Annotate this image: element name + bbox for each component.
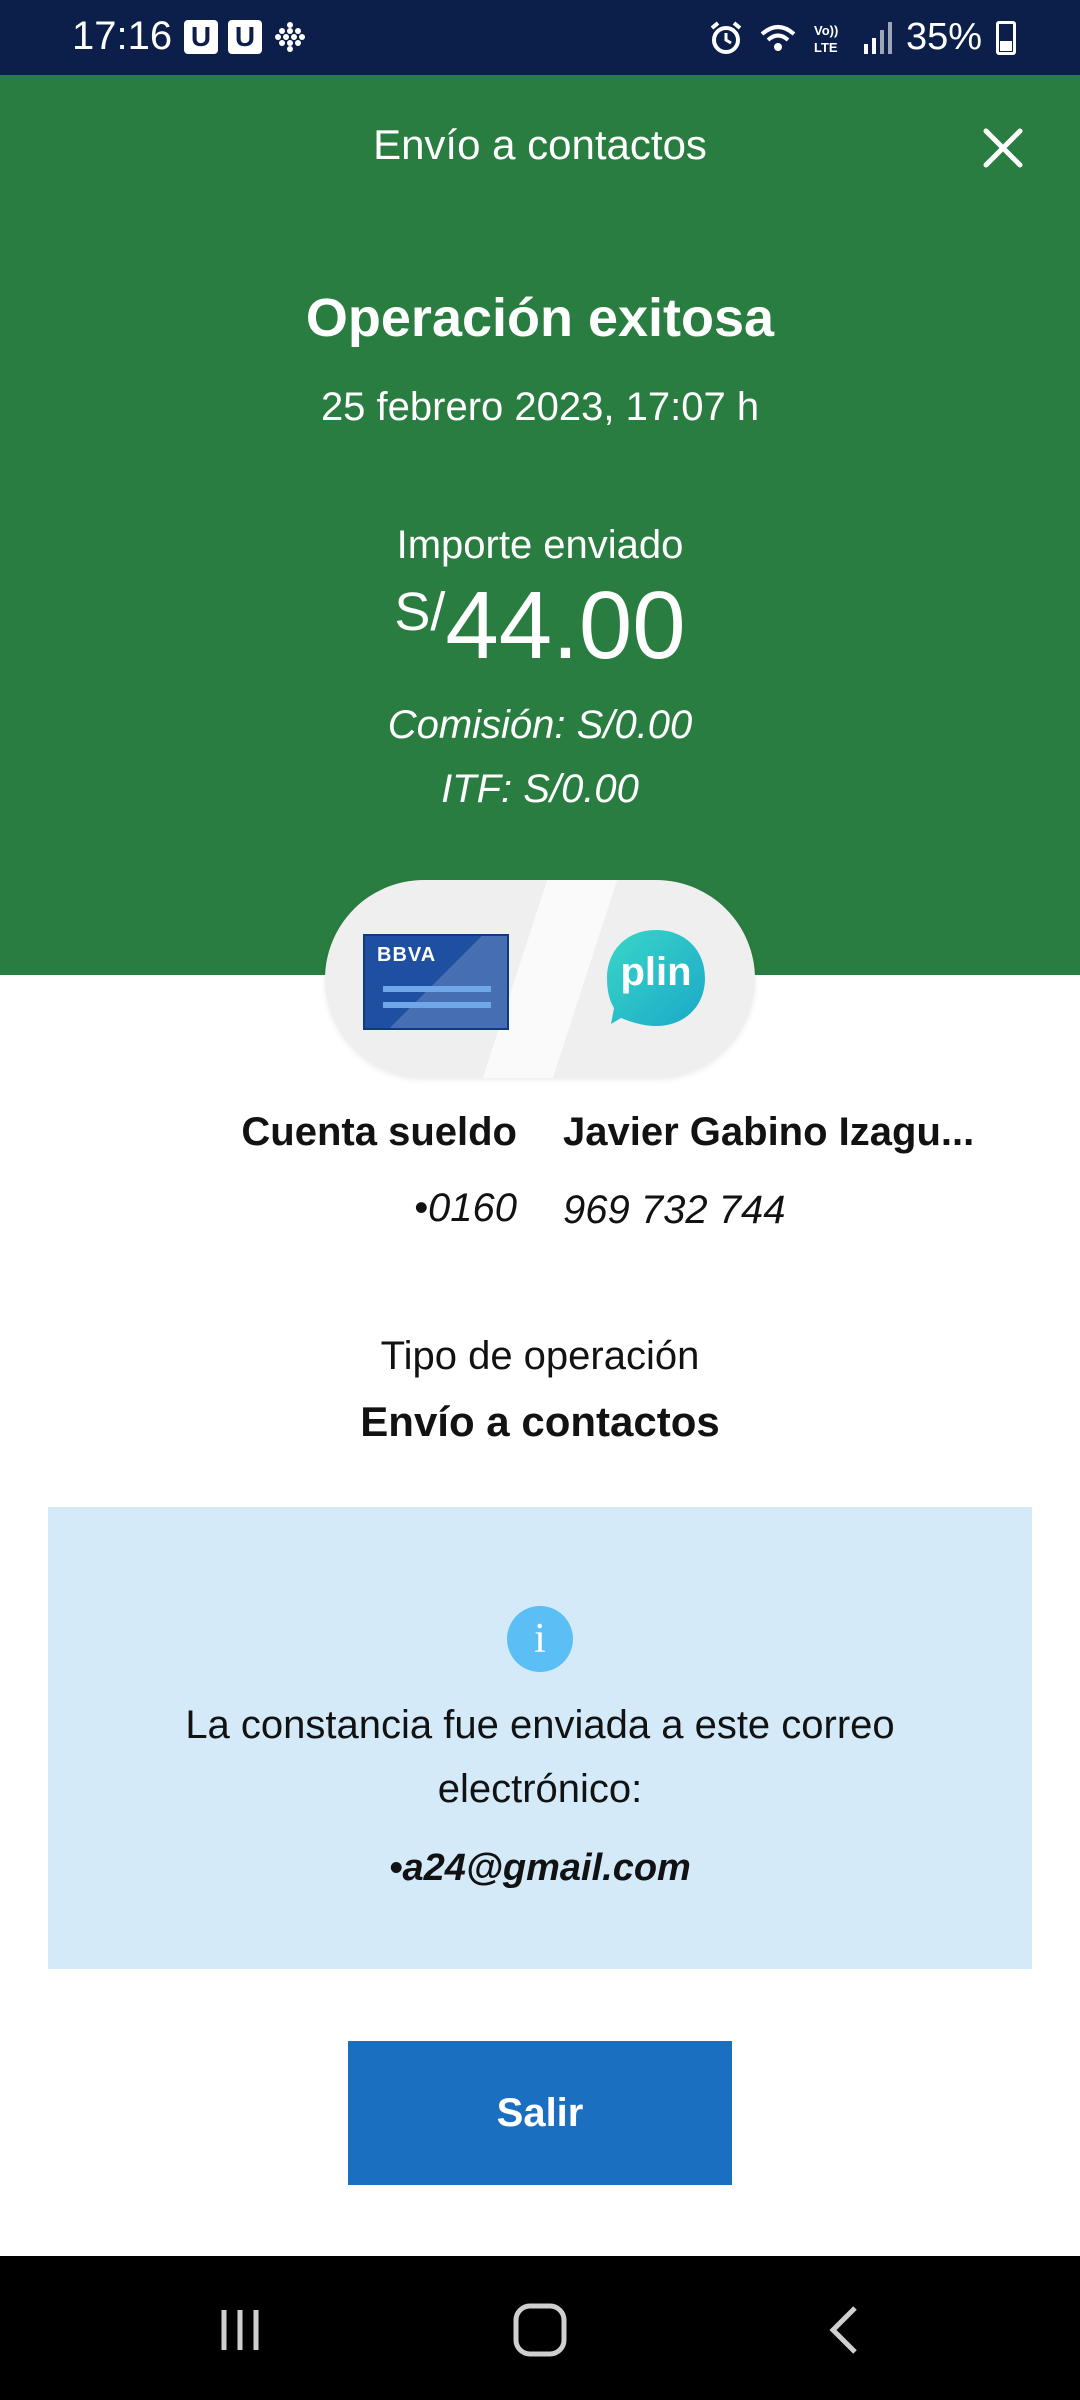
bbva-logo-text: BBVA bbox=[377, 944, 437, 966]
status-left-icons: U U bbox=[184, 19, 308, 55]
battery-percent: 35% bbox=[905, 16, 982, 58]
dots-grid-icon bbox=[275, 22, 305, 52]
home-icon[interactable] bbox=[510, 2300, 570, 2360]
svg-text:LTE: LTE bbox=[814, 40, 838, 55]
bbva-card-icon: BBVA bbox=[363, 934, 509, 1030]
commission-text: Comisión: S/0.00 bbox=[387, 703, 693, 747]
amount-currency: S/ bbox=[394, 582, 446, 642]
operation-status-title: Operación exitosa bbox=[305, 288, 775, 348]
transfer-parties-pill: BBVA plin bbox=[325, 880, 755, 1078]
wifi-icon bbox=[760, 24, 796, 51]
info-icon: i bbox=[507, 1606, 573, 1672]
status-bar: 17:16 U U Vo)) LTE 35% bbox=[0, 0, 1080, 75]
itf-text: ITF: S/0.00 bbox=[441, 767, 639, 811]
alarm-icon bbox=[710, 20, 742, 54]
amount-number: 44.00 bbox=[445, 572, 686, 679]
operation-type-label: Tipo de operación bbox=[380, 1334, 700, 1378]
amount-value: S/44.00 bbox=[0, 571, 1080, 681]
svg-text:Vo)): Vo)) bbox=[814, 23, 838, 38]
volte-icon: Vo)) LTE bbox=[814, 23, 838, 55]
page-title: Envío a contactos bbox=[373, 121, 707, 168]
recent-apps-icon[interactable] bbox=[210, 2300, 270, 2360]
u-app-icon: U bbox=[184, 20, 218, 54]
operation-type-value: Envío a contactos bbox=[360, 1398, 720, 1445]
receipt-email: •a24@gmail.com bbox=[389, 1847, 691, 1889]
back-icon[interactable] bbox=[815, 2300, 875, 2360]
close-icon bbox=[983, 128, 1023, 168]
exit-button[interactable]: Salir bbox=[348, 2041, 732, 2185]
plin-logo-text: plin bbox=[620, 950, 692, 994]
operation-datetime: 25 febrero 2023, 17:07 h bbox=[320, 385, 760, 429]
close-button[interactable] bbox=[978, 123, 1028, 173]
signal-icon bbox=[863, 21, 892, 54]
destination-phone: 969 732 744 bbox=[563, 1188, 786, 1232]
receipt-info-box: i La constancia fue enviada a este corre… bbox=[48, 1507, 1032, 1969]
success-header: Envío a contactos Operación exitosa 25 f… bbox=[0, 75, 1080, 975]
origin-account-number: •0160 bbox=[414, 1186, 517, 1230]
system-nav-bar bbox=[0, 2256, 1080, 2400]
destination-name: Javier Gabino Izagu... bbox=[563, 1110, 975, 1154]
amount-label: Importe enviado bbox=[396, 523, 684, 567]
battery-icon bbox=[996, 20, 1016, 55]
origin-account-name: Cuenta sueldo bbox=[241, 1110, 517, 1154]
receipt-message: La constancia fue enviada a este correo … bbox=[185, 1703, 895, 1811]
status-right-icons: Vo)) LTE 35% bbox=[708, 16, 1016, 59]
status-time: 17:16 bbox=[72, 14, 173, 58]
plin-logo-icon: plin bbox=[605, 928, 707, 1028]
u-app-icon-2: U bbox=[228, 20, 262, 54]
